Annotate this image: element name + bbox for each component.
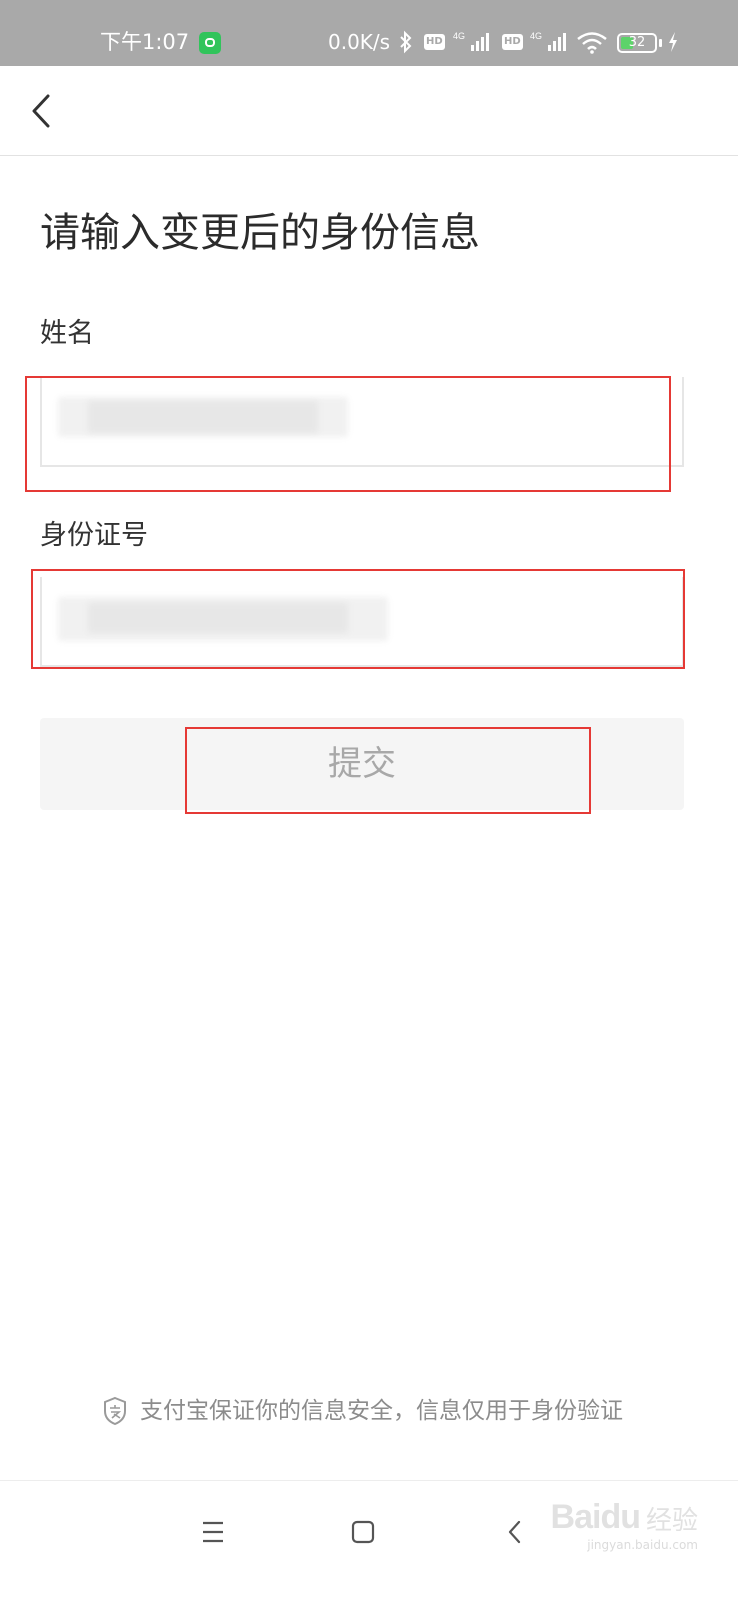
chevron-left-icon: [32, 94, 50, 128]
home-button[interactable]: [338, 1507, 388, 1557]
app-notification-icon: [199, 32, 221, 54]
blurred-value: [88, 603, 348, 633]
back-button[interactable]: [22, 84, 62, 136]
page-title: 请输入变更后的身份信息: [40, 210, 480, 256]
hd-badge: HD: [502, 34, 523, 50]
id-number-label: 身份证号: [40, 520, 148, 551]
submit-label: 提交: [328, 744, 396, 784]
battery-tip: [659, 39, 662, 47]
security-note-text: 支付宝保证你的信息安全，信息仅用于身份验证: [140, 1398, 623, 1424]
shield-icon: [104, 1396, 126, 1426]
back-icon: [508, 1520, 521, 1544]
submit-button[interactable]: 提交: [40, 718, 684, 810]
bluetooth-icon: [400, 30, 412, 54]
charging-icon: [669, 32, 677, 52]
watermark-logo: Baidu: [550, 1498, 641, 1536]
status-bar: 下午1:07 0.0K/s HD 4G HD 4G 32: [0, 0, 738, 66]
network-speed: 0.0K/s: [328, 30, 391, 54]
battery-level: 32: [628, 35, 646, 50]
signal-label: 4G: [453, 31, 465, 41]
blurred-value: [88, 401, 318, 433]
menu-icon: [203, 1521, 223, 1543]
name-input[interactable]: [40, 377, 684, 467]
name-label: 姓名: [40, 318, 94, 349]
home-icon: [351, 1520, 375, 1544]
signal-label: 4G: [530, 31, 542, 41]
watermark-suffix: 经验: [645, 1506, 698, 1536]
hd-badge: HD: [424, 34, 445, 50]
wifi-icon: [577, 32, 607, 54]
baidu-jingyan-watermark: Baidu 经验 jingyan.baidu.com: [550, 1498, 698, 1552]
nav-back-button[interactable]: [490, 1507, 540, 1557]
security-note: 支付宝保证你的信息安全，信息仅用于身份验证: [102, 1394, 623, 1428]
signal-icon: 4G: [530, 31, 566, 51]
battery-icon: 32: [617, 33, 657, 53]
status-time: 下午1:07: [100, 30, 190, 54]
header-bar: [0, 66, 738, 156]
watermark-url: jingyan.baidu.com: [587, 1538, 698, 1552]
menu-button[interactable]: [188, 1507, 238, 1557]
signal-icon: 4G: [453, 31, 489, 51]
id-number-input[interactable]: [40, 577, 684, 667]
